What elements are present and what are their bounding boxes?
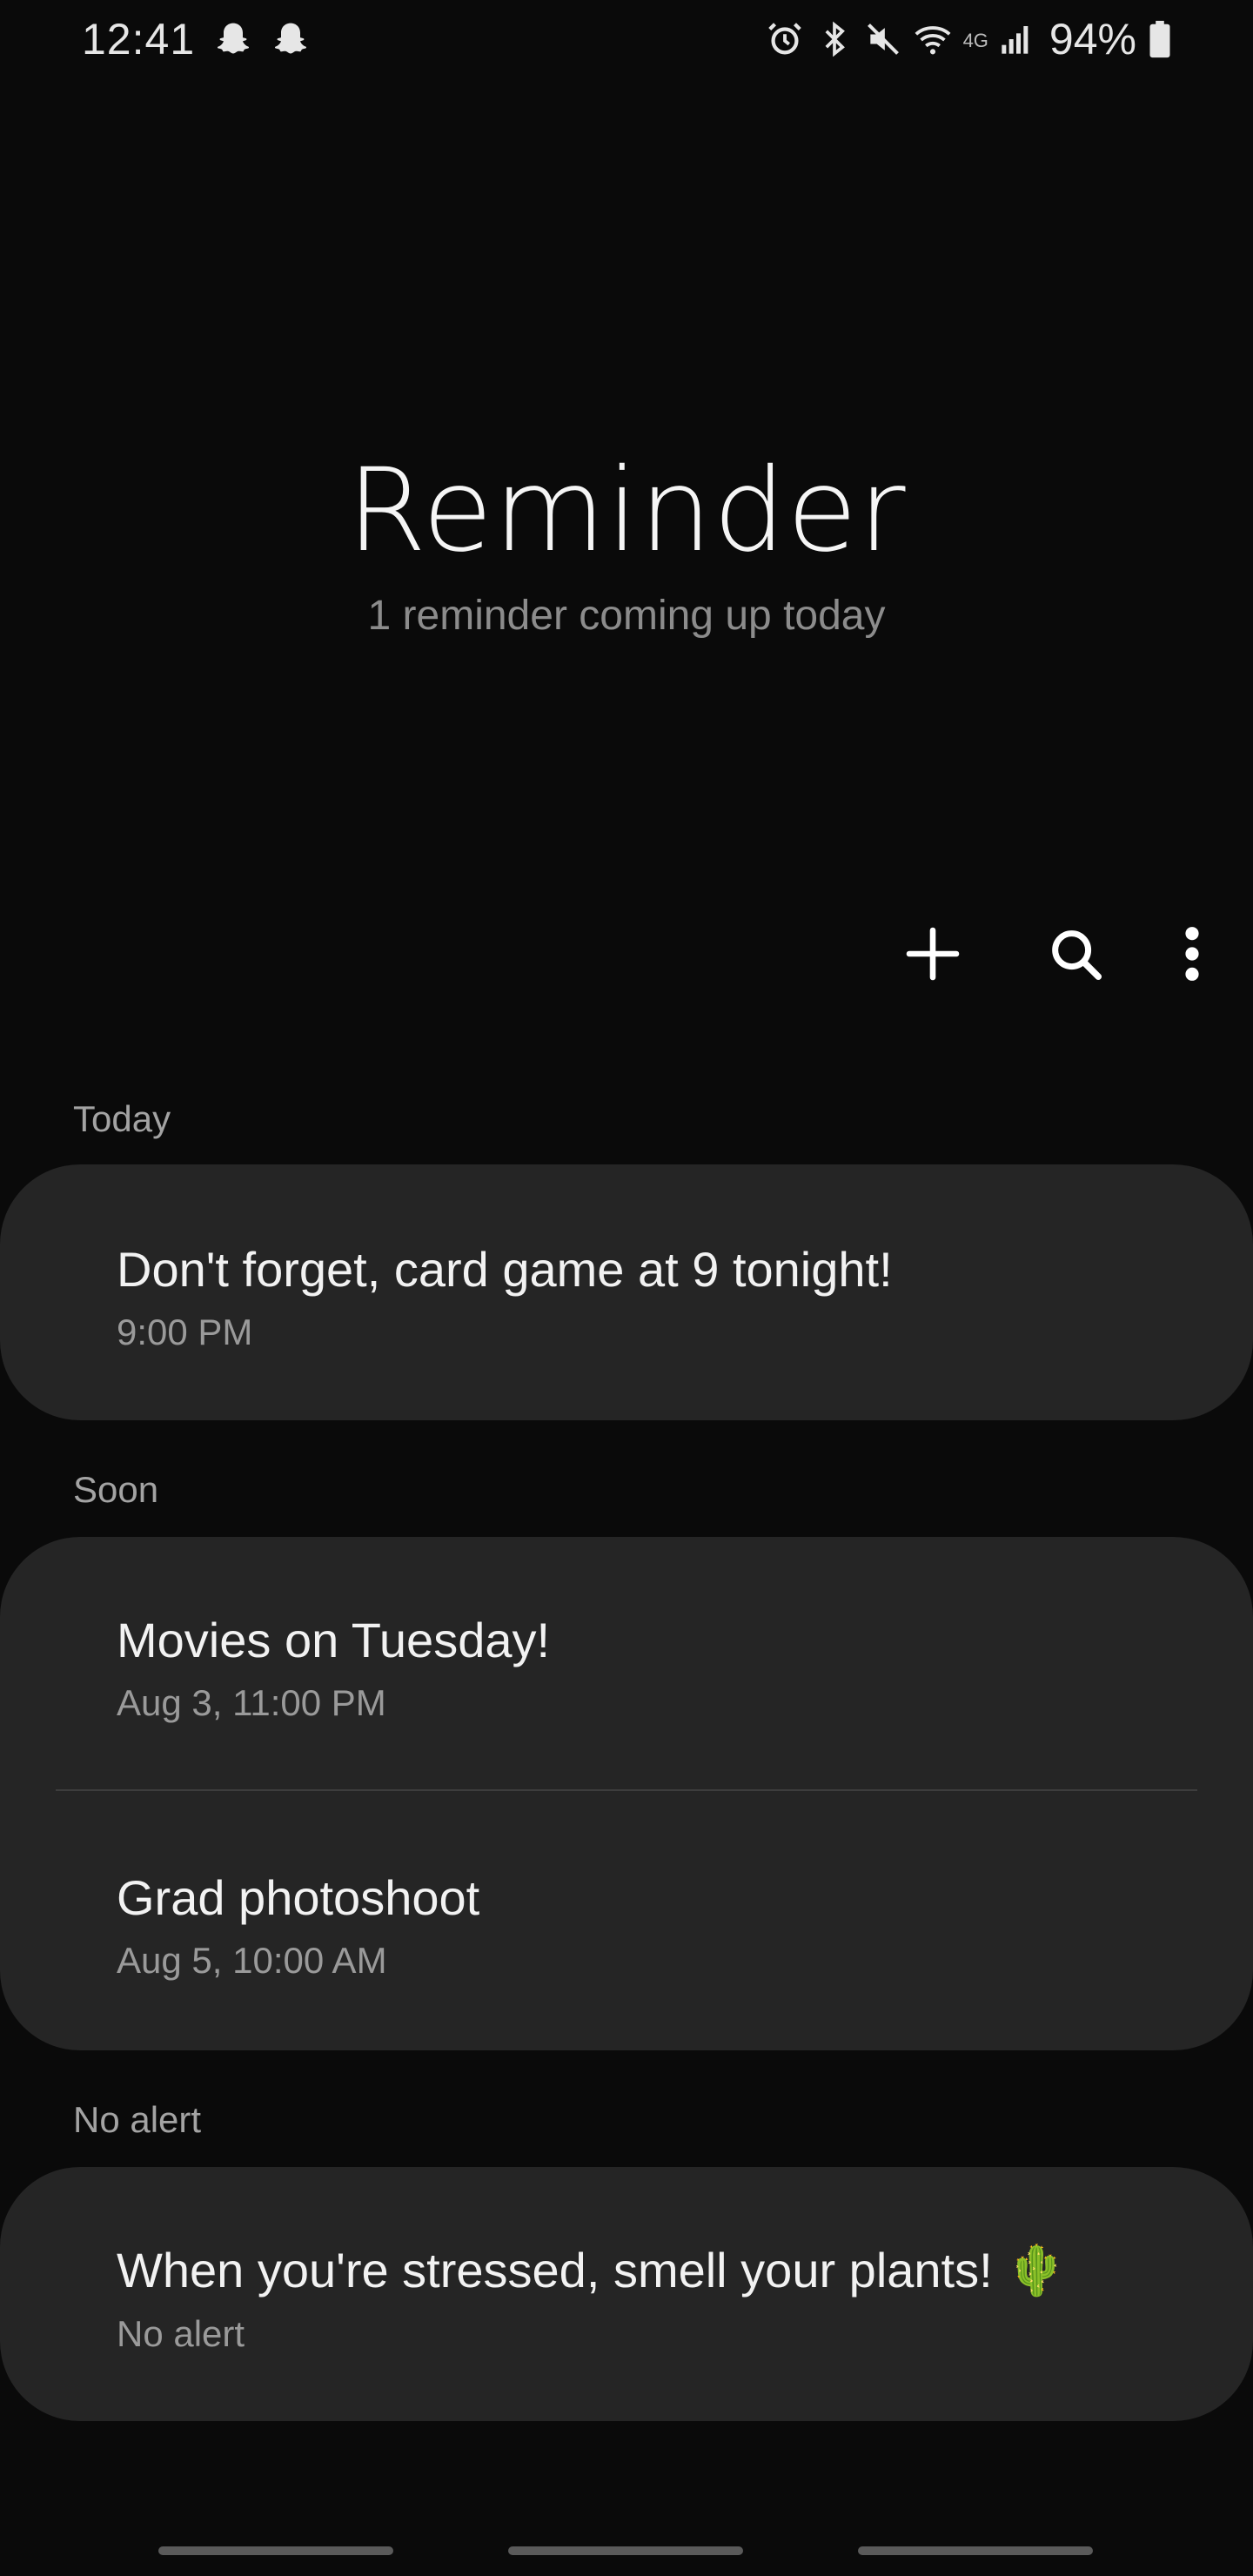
snapchat-icon [271, 20, 310, 58]
page-title: Reminder [346, 444, 907, 578]
alarm-icon [765, 19, 805, 59]
list-item[interactable]: Don't forget, card game at 9 tonight! 9:… [117, 1241, 1201, 1353]
reminder-time: 9:00 PM [117, 1311, 253, 1352]
add-icon [901, 922, 964, 989]
search-button[interactable] [1023, 912, 1128, 999]
nav-recents-handle[interactable] [158, 2546, 393, 2555]
toolbar [881, 912, 1218, 999]
section-label-today: Today [73, 1098, 171, 1139]
snapchat-icon [214, 20, 252, 58]
page-subtitle: 1 reminder coming up today [367, 593, 886, 639]
reminder-title: When you're stressed, smell your plants!… [117, 2243, 1067, 2298]
list-item[interactable]: Grad photoshoot Aug 5, 10:00 AM [117, 1869, 1201, 1982]
mute-icon [864, 20, 902, 58]
reminder-title: Movies on Tuesday! [117, 1613, 551, 1667]
nav-home-handle[interactable] [508, 2546, 743, 2555]
reminder-title: Grad photoshoot [117, 1870, 480, 1925]
card-today: Don't forget, card game at 9 tonight! 9:… [0, 1164, 1253, 1420]
reminder-time: No alert [117, 2313, 245, 2354]
more-options-button[interactable] [1166, 912, 1218, 999]
reminder-time: Aug 5, 10:00 AM [117, 1940, 387, 1981]
divider [56, 1789, 1197, 1791]
reminder-title: Don't forget, card game at 9 tonight! [117, 1242, 893, 1297]
card-no-alert: When you're stressed, smell your plants!… [0, 2167, 1253, 2421]
list-item[interactable]: Movies on Tuesday! Aug 3, 11:00 PM [117, 1612, 1201, 1724]
card-soon: Movies on Tuesday! Aug 3, 11:00 PM Grad … [0, 1537, 1253, 2050]
network-type: 4G [962, 30, 988, 51]
battery-percent: 94% [1049, 15, 1136, 64]
status-time: 12:41 [82, 15, 196, 64]
list-item[interactable]: When you're stressed, smell your plants!… [117, 2242, 1201, 2355]
section-label-no-alert: No alert [73, 2099, 202, 2140]
status-left: 12:41 [82, 14, 310, 64]
battery-icon [1147, 19, 1173, 59]
navigation-bar [0, 2506, 1253, 2576]
status-bar: 12:41 4G 94% [0, 0, 1253, 78]
search-icon [1045, 923, 1106, 989]
wifi-icon [913, 19, 953, 59]
add-button[interactable] [881, 912, 985, 999]
section-label-soon: Soon [73, 1469, 159, 1510]
reminder-time: Aug 3, 11:00 PM [117, 1682, 386, 1723]
reminder-screen: 12:41 4G 94% Reminder 1 reminder coming … [0, 0, 1253, 2576]
nav-back-handle[interactable] [858, 2546, 1093, 2555]
bluetooth-icon [815, 20, 854, 58]
more-options-icon [1182, 923, 1203, 989]
signal-icon [999, 22, 1034, 57]
status-right: 4G 94% [765, 14, 1173, 64]
